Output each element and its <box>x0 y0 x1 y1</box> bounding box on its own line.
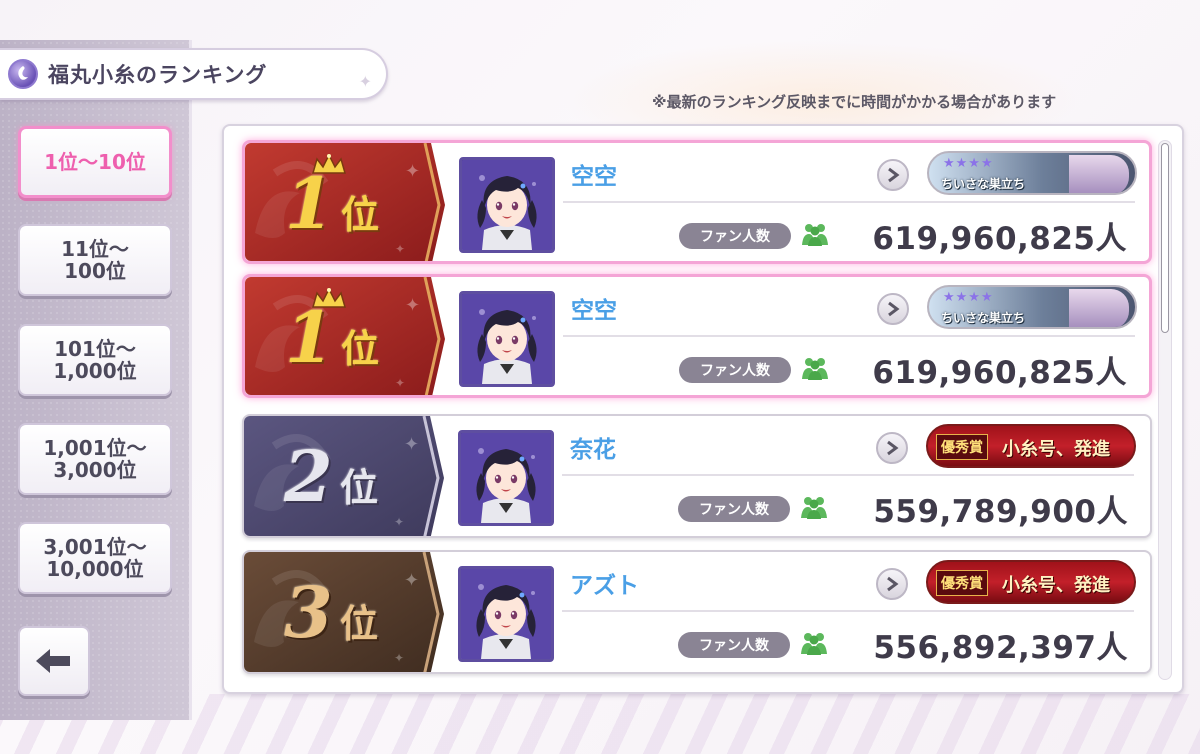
produce-title-plate[interactable]: 優秀賞 小糸号、発進 <box>926 424 1136 468</box>
profile-detail-button[interactable] <box>876 568 908 600</box>
rank-number: 3 <box>284 571 333 654</box>
fans-icon <box>800 494 828 524</box>
svg-text:✦: ✦ <box>394 515 404 529</box>
player-name: 空空 <box>571 164 617 190</box>
player-avatar[interactable] <box>458 430 554 526</box>
range-button-101-1000[interactable]: 101位〜 1,000位 <box>18 324 172 396</box>
plate-rarity-stars: ★★★★ <box>943 290 994 305</box>
plate-portrait-image <box>1069 289 1129 327</box>
page-title: 福丸小糸のランキング <box>48 63 268 87</box>
player-name: 空空 <box>571 298 617 324</box>
scrollbar-thumb[interactable] <box>1161 143 1169 333</box>
page-title-tab: 福丸小糸のランキング ✦ <box>0 48 388 100</box>
rank-number: 1 <box>285 162 334 245</box>
rank-badge: ✦ ✦ 1 位 <box>245 143 445 261</box>
svg-text:✦: ✦ <box>404 570 419 591</box>
ranking-row[interactable]: ✦ ✦ 1 位 空空 ★★★★ ちいさな巣立ち ファン人数 619,960,82… <box>242 140 1152 264</box>
fans-icon <box>800 630 828 660</box>
rank-number: 1 <box>285 296 334 379</box>
profile-detail-button[interactable] <box>876 432 908 464</box>
back-arrow-icon <box>36 649 70 673</box>
rank-suffix: 位 <box>340 602 379 646</box>
produce-title-plate[interactable]: ★★★★ ちいさな巣立ち <box>927 151 1137 195</box>
fan-count-value: 559,789,900人 <box>873 494 1128 530</box>
player-avatar-portrait <box>461 433 551 523</box>
plate-rarity-stars: ★★★★ <box>943 156 994 171</box>
ranking-row[interactable]: ✦ ✦ 3 位 アズト 優秀賞 小糸号、発進 ファン人数 556,892,397… <box>242 550 1152 674</box>
plate-portrait-image <box>1069 155 1129 193</box>
plate-award-label: 優秀賞 <box>936 570 988 596</box>
rank-badge: ✦ ✦ 1 位 <box>245 277 445 395</box>
back-button[interactable] <box>18 626 90 696</box>
fan-count-value: 556,892,397人 <box>873 630 1128 666</box>
svg-text:✦: ✦ <box>394 651 404 665</box>
profile-detail-button[interactable] <box>877 293 909 325</box>
plate-title-text: 小糸号、発進 <box>1002 439 1110 460</box>
player-name: 奈花 <box>570 437 616 463</box>
ranking-scrollbar[interactable] <box>1158 140 1172 680</box>
player-avatar-portrait <box>462 294 552 384</box>
rank-badge: ✦ ✦ 2 位 <box>244 416 444 536</box>
fan-count-value: 619,960,825人 <box>872 355 1127 391</box>
row-divider <box>563 335 1135 337</box>
ranking-row[interactable]: ✦ ✦ 1 位 空空 ★★★★ ちいさな巣立ち ファン人数 619,960,82… <box>242 274 1152 398</box>
rank-badge: ✦ ✦ 3 位 <box>244 552 444 672</box>
svg-text:✦: ✦ <box>405 161 420 182</box>
player-name: アズト <box>570 573 639 599</box>
row-divider <box>562 610 1134 612</box>
row-divider <box>563 201 1135 203</box>
svg-text:✦: ✦ <box>405 295 420 316</box>
chevron-right-icon <box>887 576 899 592</box>
plate-award-label: 優秀賞 <box>936 434 988 460</box>
player-avatar-portrait <box>462 160 552 250</box>
range-button-1001-3000[interactable]: 1,001位〜 3,000位 <box>18 423 172 495</box>
chevron-right-icon <box>888 167 900 183</box>
fan-count-label: ファン人数 <box>679 223 791 249</box>
profile-detail-button[interactable] <box>877 159 909 191</box>
rank-suffix: 位 <box>341 193 380 237</box>
rank-suffix: 位 <box>340 466 379 510</box>
rank-suffix: 位 <box>341 327 380 371</box>
player-avatar[interactable] <box>459 291 555 387</box>
chevron-right-icon <box>887 440 899 456</box>
fan-count-label: ファン人数 <box>679 357 791 383</box>
sparkle-icon: ✦ <box>358 72 372 91</box>
fan-count-value: 619,960,825人 <box>872 221 1127 257</box>
rank-number: 2 <box>284 435 333 518</box>
plate-title-text: ちいさな巣立ち <box>941 177 1026 191</box>
range-button-1-10[interactable]: 1位〜10位 <box>18 126 172 198</box>
svg-text:✦: ✦ <box>404 434 419 455</box>
produce-title-plate[interactable]: ★★★★ ちいさな巣立ち <box>927 285 1137 329</box>
player-avatar[interactable] <box>459 157 555 253</box>
range-button-3001-10000[interactable]: 3,001位〜 10,000位 <box>18 522 172 594</box>
fan-count-label: ファン人数 <box>678 632 790 658</box>
idol-emblem-icon <box>8 59 38 89</box>
plate-title-text: 小糸号、発進 <box>1002 575 1110 596</box>
row-divider <box>562 474 1134 476</box>
plate-title-text: ちいさな巣立ち <box>941 311 1026 325</box>
chevron-right-icon <box>888 301 900 317</box>
player-avatar[interactable] <box>458 566 554 662</box>
produce-title-plate[interactable]: 優秀賞 小糸号、発進 <box>926 560 1136 604</box>
fan-count-label: ファン人数 <box>678 496 790 522</box>
fans-icon <box>801 221 829 251</box>
ranking-notice: ※最新のランキング反映までに時間がかかる場合があります <box>652 93 1057 111</box>
svg-text:✦: ✦ <box>395 376 405 390</box>
ranking-row[interactable]: ✦ ✦ 2 位 奈花 優秀賞 小糸号、発進 ファン人数 559,789,900人 <box>242 414 1152 538</box>
svg-text:✦: ✦ <box>395 242 405 256</box>
range-button-11-100[interactable]: 11位〜 100位 <box>18 224 172 296</box>
fans-icon <box>801 355 829 385</box>
player-avatar-portrait <box>461 569 551 659</box>
